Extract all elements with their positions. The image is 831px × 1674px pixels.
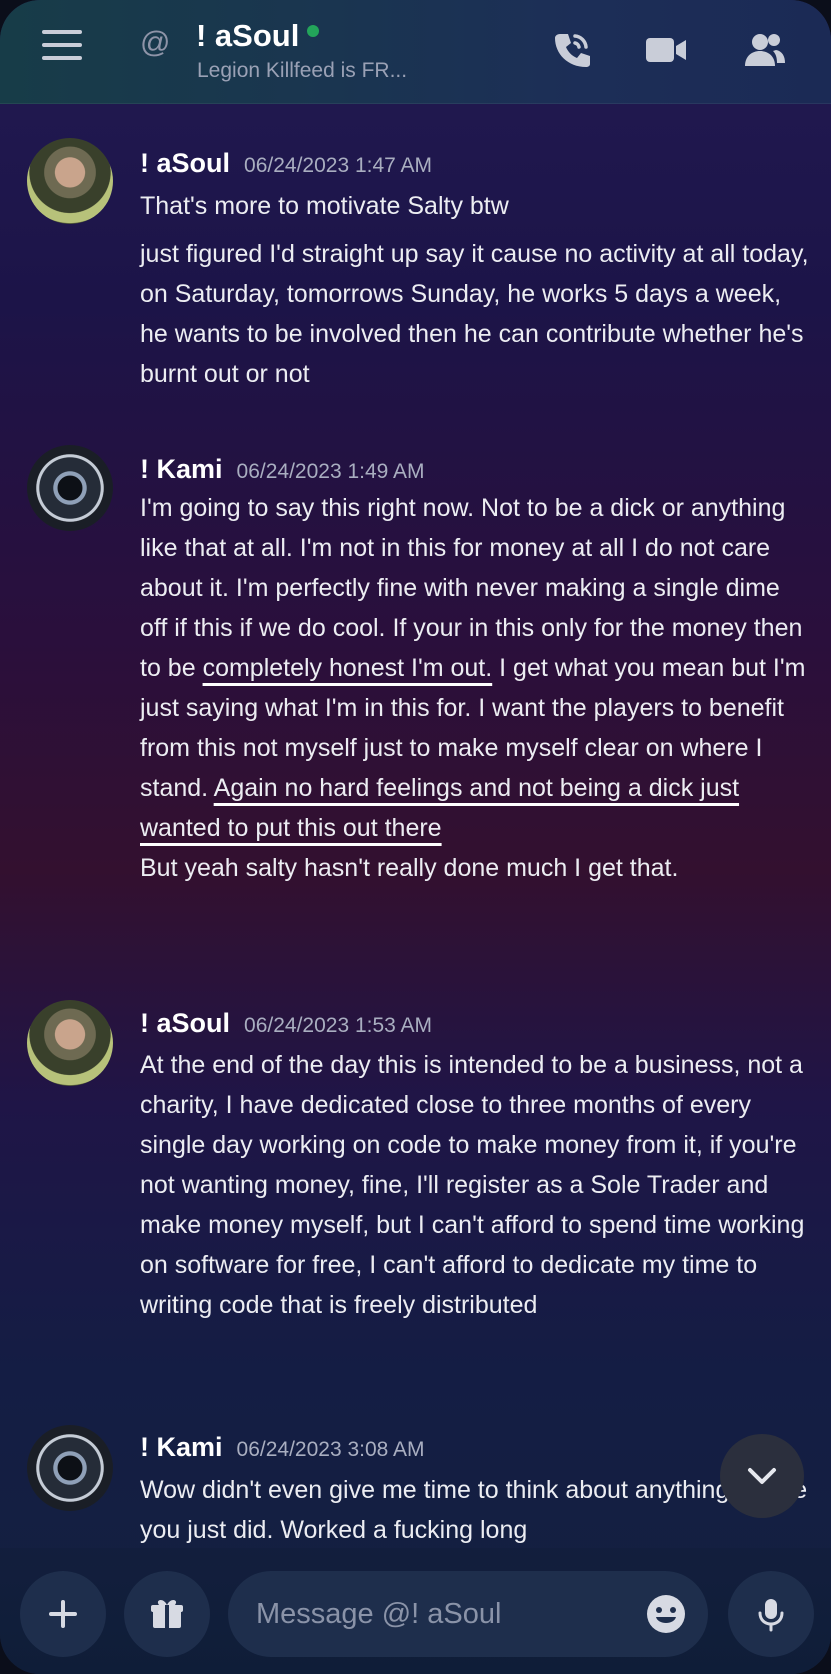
underlined-text: Again no hard feelings and not being a d…: [140, 774, 740, 842]
custom-status: Legion Killfeed is FR...: [197, 59, 408, 82]
message-text: just figured I'd straight up say it caus…: [140, 240, 809, 388]
message-text: Wow didn't even give me time to think ab…: [140, 1476, 808, 1544]
video-call-icon[interactable]: [642, 26, 690, 74]
message-author[interactable]: ! Kami: [140, 454, 223, 485]
phone-screen: @ ! aSoul Legion Killfeed is FR... ! aSo…: [0, 0, 831, 1674]
channel-header: @ ! aSoul Legion Killfeed is FR...: [0, 0, 831, 104]
attach-button[interactable]: [20, 1571, 106, 1657]
emoji-icon: [647, 1595, 685, 1633]
message-text: But yeah salty hasn't really done much I…: [140, 854, 679, 882]
plus-icon: [49, 1600, 77, 1628]
message-timestamp: 06/24/2023 3:08 AM: [236, 1438, 425, 1461]
message-author[interactable]: ! Kami: [140, 1432, 223, 1463]
avatar[interactable]: [27, 138, 113, 224]
message-text: That's more to motivate Salty btw: [140, 192, 509, 220]
message-input[interactable]: [228, 1571, 708, 1657]
at-icon: @: [140, 26, 171, 59]
message-text: I'm going to say this right now. Not to …: [140, 488, 810, 848]
message-timestamp: 06/24/2023 1:47 AM: [244, 154, 433, 177]
voice-message-button[interactable]: [728, 1571, 814, 1657]
message-body: At the end of the day this is intended t…: [140, 1045, 810, 1325]
members-icon[interactable]: [740, 26, 788, 74]
dm-title[interactable]: ! aSoul: [196, 18, 299, 54]
avatar[interactable]: [27, 1425, 113, 1511]
message-body: That's more to motivate Salty btw just f…: [140, 186, 810, 394]
menu-icon[interactable]: [42, 30, 82, 62]
message-body: I'm going to say this right now. Not to …: [140, 488, 810, 888]
voice-call-icon[interactable]: [548, 26, 596, 74]
microphone-icon: [758, 1599, 784, 1632]
avatar[interactable]: [27, 445, 113, 531]
message-author[interactable]: ! aSoul: [140, 148, 230, 179]
message-timestamp: 06/24/2023 1:53 AM: [244, 1014, 433, 1037]
jump-to-present-button[interactable]: [720, 1434, 804, 1518]
online-status-dot: [307, 25, 320, 37]
message-timestamp: 06/24/2023 1:49 AM: [236, 460, 425, 483]
message-body: Wow didn't even give me time to think ab…: [140, 1470, 810, 1546]
avatar[interactable]: [27, 1000, 113, 1086]
dm-title-row[interactable]: ! aSoul: [196, 18, 320, 54]
gift-button[interactable]: [124, 1571, 210, 1657]
chevron-down-icon: [748, 1468, 776, 1484]
message-author[interactable]: ! aSoul: [140, 1008, 230, 1039]
emoji-button[interactable]: [644, 1592, 688, 1636]
gift-icon: [151, 1600, 183, 1628]
message-text: At the end of the day this is intended t…: [140, 1051, 805, 1319]
underlined-text: completely honest I'm out.: [202, 654, 493, 682]
